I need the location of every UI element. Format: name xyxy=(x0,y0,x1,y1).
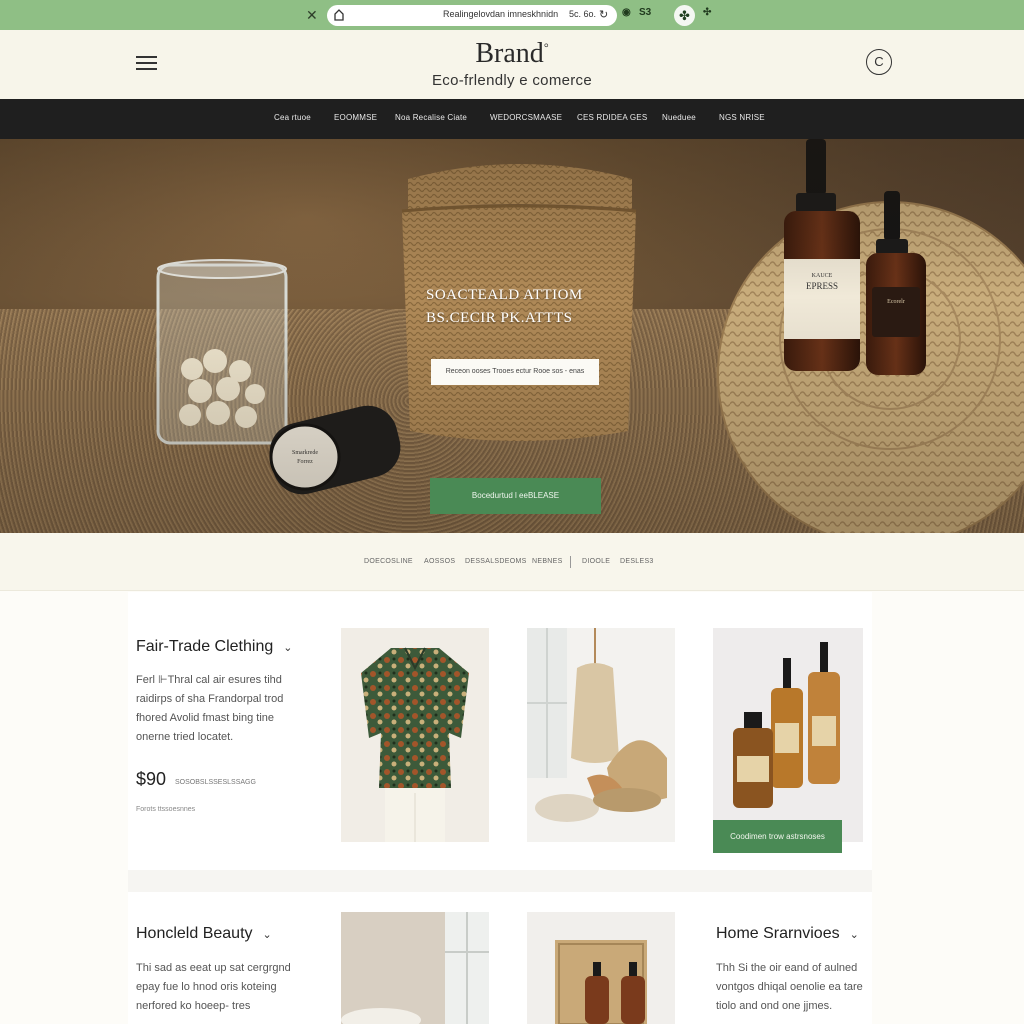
extension-sparkle-icon[interactable]: ✣ xyxy=(703,7,711,18)
hero-primary-button[interactable]: Bocedurtud l eeBLEASE xyxy=(430,478,601,514)
product-card-wrap[interactable] xyxy=(527,628,675,842)
product-meta: Forots ttssoesnnes xyxy=(136,806,196,813)
filter-item-5[interactable]: DIOOLE xyxy=(582,558,610,565)
browser-toolbar: ✕ Realingelovdan imneskhnidn 5c. 6o. ↻ ◉… xyxy=(0,0,1024,30)
section-title-clothing-text: Fair-Trade Clething xyxy=(136,638,274,655)
extension-leaf-icon[interactable]: ✤ xyxy=(674,5,695,26)
chevron-down-icon[interactable]: ⌄ xyxy=(850,928,859,941)
desc-line: Thi sad as eeat up sat cergrgnd xyxy=(136,962,291,974)
brand-mark: ° xyxy=(543,40,549,55)
pump-bottles-photo xyxy=(555,940,647,1024)
nav-item-7[interactable]: NGS NRISE xyxy=(719,113,765,122)
extension-label[interactable]: S3 xyxy=(639,7,651,18)
main-nav: Cea rtuoe EOOMMSE Noa Recalise Ciate WED… xyxy=(0,99,1024,139)
product-price: $90 xyxy=(136,769,167,789)
hero-secondary-button[interactable]: Receon ooses Trooes ectur Rooe sos - ena… xyxy=(431,359,599,385)
desc-line: nerfored ko hoeep- tres xyxy=(136,1000,251,1012)
chevron-down-icon[interactable]: ⌄ xyxy=(263,928,272,941)
shirt-photo xyxy=(361,647,469,842)
filter-item-1[interactable]: DOECOSLINE xyxy=(364,558,413,565)
section-desc-home: Thh Si the oir eand of aulned vontgos dh… xyxy=(716,959,876,1016)
nav-item-1[interactable]: Cea rtuoe xyxy=(274,113,311,122)
product-card-room[interactable] xyxy=(341,912,489,1024)
brand-tagline: Eco-frlendly e comerce xyxy=(432,72,592,89)
address-bar[interactable]: Realingelovdan imneskhnidn 5c. 6o. ↻ xyxy=(327,5,617,26)
site-header: Brand° Eco-frlendly e comerce C xyxy=(0,30,1024,99)
user-account-icon[interactable]: C xyxy=(866,49,892,75)
section-title-beauty[interactable]: Honcleld Beauty ⌄ xyxy=(136,925,272,943)
hero-headline: SOACTEALD ATTIOM BS.CECIR PK.ATTTS xyxy=(426,284,583,330)
filter-item-3[interactable]: DESSALSDEOMS xyxy=(465,558,527,565)
room-photo xyxy=(341,912,489,1024)
desc-line: Ferl ⊩Thral cal air esures tihd xyxy=(136,674,282,686)
hero-headline-line2: BS.CECIR PK.ATTTS xyxy=(426,310,573,326)
reload-icon[interactable]: ↻ xyxy=(599,8,608,21)
desc-line: raidirps of sha Frandorpal trod xyxy=(136,693,284,705)
close-tab-icon[interactable]: ✕ xyxy=(306,7,318,23)
section-divider xyxy=(128,870,872,892)
garment-photo xyxy=(527,628,667,822)
desc-line: onerne tried locatet. xyxy=(136,731,234,743)
brand-name: Brand xyxy=(475,38,544,69)
extension-shield-icon[interactable]: ◉ xyxy=(622,7,631,18)
desc-line: fhored Avolid fmast bing tine xyxy=(136,712,274,724)
chevron-down-icon[interactable]: ⌄ xyxy=(283,641,292,654)
filter-item-4[interactable]: NEBNES xyxy=(532,558,563,565)
hero-headline-line1: SOACTEALD ATTIOM xyxy=(426,287,583,303)
nav-item-5[interactable]: CES RDIDEA GES xyxy=(577,113,647,122)
section-desc-beauty: Thi sad as eeat up sat cergrgnd epay fue… xyxy=(136,959,326,1016)
section-title-home[interactable]: Home Srarnvioes ⌄ xyxy=(716,925,859,943)
section-title-clothing[interactable]: Fair-Trade Clething ⌄ xyxy=(136,638,292,656)
bottles-photo xyxy=(733,642,840,808)
product-card-pump-bottles[interactable] xyxy=(527,912,675,1024)
product-card-shirt[interactable] xyxy=(341,628,489,842)
home-icon[interactable] xyxy=(334,9,344,21)
section-title-home-text: Home Srarnvioes xyxy=(716,925,840,942)
product-card-bottles[interactable] xyxy=(713,628,863,842)
filter-divider xyxy=(570,556,571,568)
category-filter-bar: DOECOSLINE AOSSOS DESSALSDEOMS NEBNES DI… xyxy=(0,533,1024,591)
desc-line: Thh Si the oir eand of aulned xyxy=(716,962,858,974)
card-cta-button[interactable]: Coodimen trow astrsnoses xyxy=(713,820,842,853)
section-desc-clothing: Ferl ⊩Thral cal air esures tihd raidirps… xyxy=(136,671,316,747)
desc-line: tiolo and ond one jjmes. xyxy=(716,1000,833,1012)
section-title-beauty-text: Honcleld Beauty xyxy=(136,925,253,942)
nav-item-4[interactable]: WEDORCSMAASE xyxy=(490,113,562,122)
nav-item-6[interactable]: Nueduee xyxy=(662,113,696,122)
hero-overlay xyxy=(0,139,1024,533)
price-subtext: SOSOBSLSSESLSSAGG xyxy=(175,779,256,786)
hero-banner: Smarkrede Forrez KAUCE EPRESS xyxy=(0,139,1024,533)
desc-line: epay fue lo hnod oris koteing xyxy=(136,981,277,993)
desc-line: vontgos dhiqal oenolie ea tare xyxy=(716,981,863,993)
filter-item-2[interactable]: AOSSOS xyxy=(424,558,455,565)
nav-item-2[interactable]: EOOMMSE xyxy=(334,113,377,122)
filter-item-6[interactable]: DESLES3 xyxy=(620,558,654,565)
url-text: Realingelovdan imneskhnidn xyxy=(443,9,559,19)
nav-item-3[interactable]: Noa Recalise Ciate xyxy=(395,113,467,122)
zoom-level: 5c. 6o. xyxy=(569,9,597,19)
